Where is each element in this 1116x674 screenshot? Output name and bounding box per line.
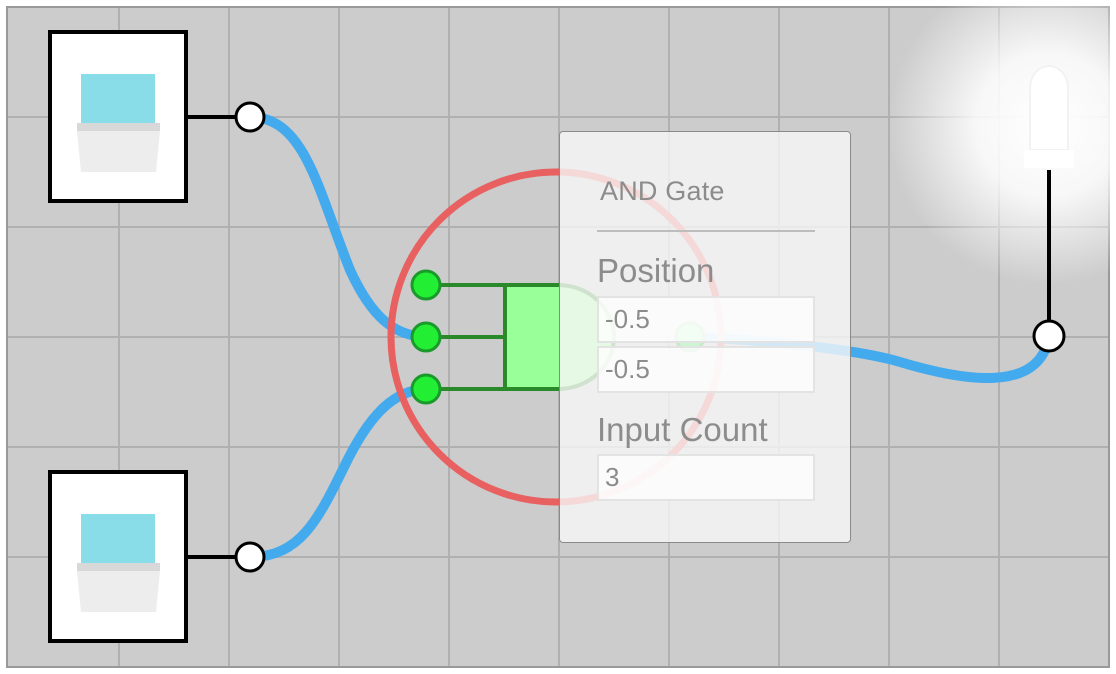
position-label: Position (597, 252, 715, 289)
panel-title: AND Gate (600, 176, 725, 206)
switch-display (81, 514, 155, 564)
gate-input-port[interactable] (410, 321, 442, 353)
position-y-input[interactable] (597, 346, 815, 393)
input-count-label: Input Count (597, 411, 768, 448)
switch-base (77, 571, 160, 612)
led-input-port[interactable] (1032, 319, 1066, 353)
switch-output-port[interactable] (234, 101, 266, 133)
switch-lever (77, 123, 160, 131)
gate-input-port[interactable] (410, 269, 442, 301)
switch-display (81, 74, 155, 124)
panel-divider (597, 230, 815, 232)
led-base (1024, 150, 1074, 168)
led-icon[interactable] (1029, 65, 1069, 151)
circuit-canvas[interactable]: AND Gate Position Input Count (0, 0, 1116, 674)
input-count-input[interactable] (597, 454, 815, 501)
properties-panel: AND Gate Position Input Count (559, 131, 851, 543)
position-x-input[interactable] (597, 296, 815, 343)
gate-input-port[interactable] (410, 373, 442, 405)
switch-output-port[interactable] (234, 541, 266, 573)
circuit-board[interactable] (0, 0, 1116, 674)
switch-base (77, 131, 160, 172)
switch-lever (77, 563, 160, 571)
